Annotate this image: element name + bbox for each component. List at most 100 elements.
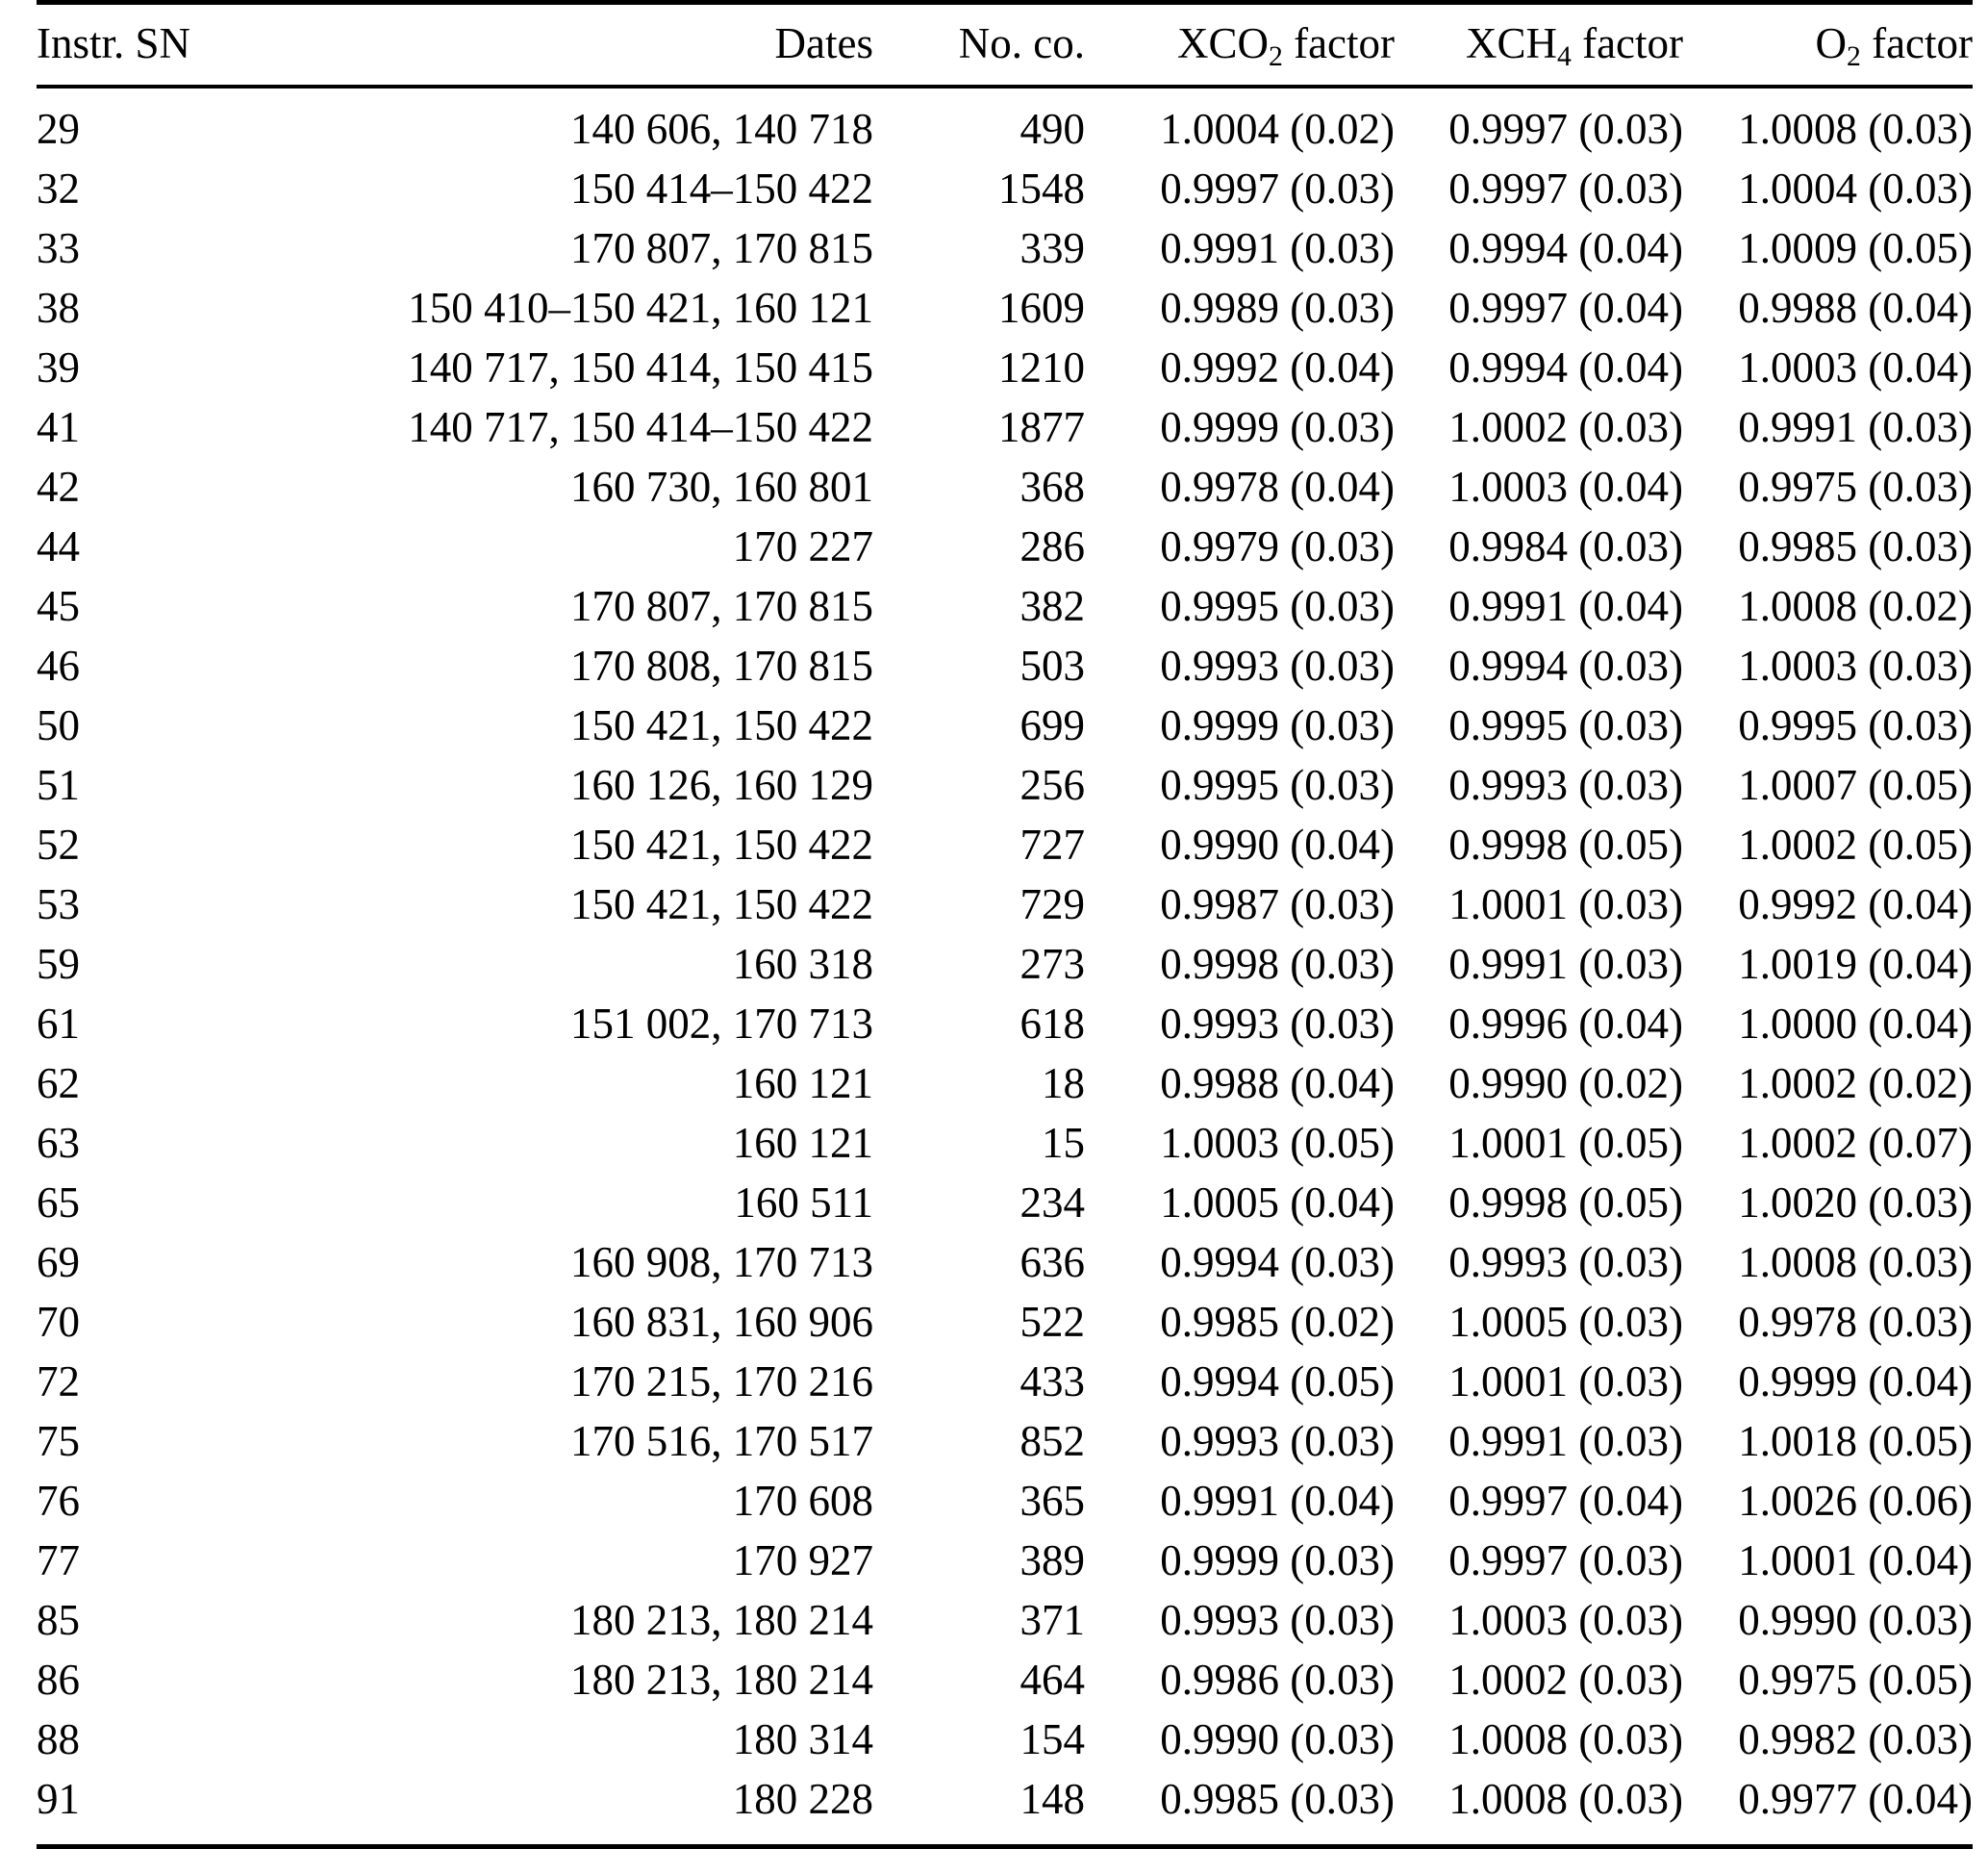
cell-dates: 150 421, 150 422: [570, 880, 873, 928]
table-row: 88 180 314 154 0.9990 (0.03) 1.0008 (0.03) 0.…: [37, 1710, 1973, 1770]
cell-xch4: 1.0008 (0.03): [1448, 1715, 1683, 1763]
cell-xco2: 0.9993 (0.03): [1160, 642, 1395, 690]
cell-noco: 368: [1019, 463, 1086, 511]
cell-sn: 33: [37, 224, 80, 272]
cell-dates: 180 314: [732, 1715, 873, 1763]
cell-xco2: 0.9999 (0.03): [1160, 403, 1395, 451]
cell-dates: 180 213, 180 214: [570, 1596, 873, 1644]
cell-o2: 0.9995 (0.03): [1738, 701, 1973, 749]
table-row: 86 180 213, 180 214 464 0.9986 (0.03) 1.0002…: [37, 1651, 1973, 1710]
cell-dates: 160 831, 160 906: [570, 1298, 873, 1346]
cell-xch4: 1.0002 (0.03): [1448, 403, 1683, 451]
cell-noco: 1548: [998, 165, 1085, 213]
cell-xco2: 0.9985 (0.02): [1160, 1298, 1395, 1346]
cell-sn: 53: [37, 880, 80, 928]
table-header-row: Instr. SN Dates No. co. XCO2 factor XCH4…: [37, 0, 1973, 89]
table-row: 69 160 908, 170 713 636 0.9994 (0.03) 0.9993…: [37, 1233, 1973, 1293]
table-row: 72 170 215, 170 216 433 0.9994 (0.05) 1.0001…: [37, 1353, 1973, 1412]
cell-xco2: 0.9994 (0.05): [1160, 1357, 1395, 1406]
cell-noco: 365: [1019, 1477, 1086, 1525]
table-row: 62 160 121 18 0.9988 (0.04) 0.9990 (0.02) 1.0…: [37, 1054, 1973, 1114]
cell-xco2: 0.9997 (0.03): [1160, 165, 1395, 213]
cell-o2: 0.9977 (0.04): [1738, 1775, 1973, 1823]
cell-noco: 1609: [998, 284, 1085, 332]
cell-xch4: 0.9994 (0.04): [1448, 343, 1683, 392]
table-row: 45 170 807, 170 815 382 0.9995 (0.03) 0.9991…: [37, 577, 1973, 637]
column-header-instr-sn: Instr. SN: [37, 0, 325, 89]
cell-sn: 88: [37, 1715, 80, 1763]
table-row: 61 151 002, 170 713 618 0.9993 (0.03) 0.9996…: [37, 995, 1973, 1054]
cell-noco: 503: [1019, 642, 1086, 690]
cell-noco: 727: [1019, 821, 1086, 869]
cell-noco: 273: [1019, 940, 1086, 988]
cell-xco2: 0.9978 (0.04): [1160, 463, 1395, 511]
table-row: 39 140 717, 150 414, 150 415 1210 0.9992 (0…: [37, 339, 1973, 398]
table-body: 29 140 606, 140 718 490 1.0004 (0.02) 0.9997…: [37, 87, 1973, 1847]
cell-noco: 154: [1019, 1715, 1086, 1763]
cell-o2: 1.0008 (0.03): [1738, 1238, 1973, 1286]
xco2-prefix: XCO: [1176, 19, 1269, 67]
cell-xco2: 0.9990 (0.03): [1160, 1715, 1395, 1763]
column-header-xco2-parts: XCO2 factor: [1176, 19, 1395, 71]
table-row: 70 160 831, 160 906 522 0.9985 (0.02) 1.0005…: [37, 1293, 1973, 1353]
column-header-xco2-factor: XCO2 factor: [1106, 0, 1395, 89]
cell-o2: 0.9985 (0.03): [1738, 522, 1973, 570]
cell-xco2: 0.9999 (0.03): [1160, 1536, 1395, 1584]
table-row: 91 180 228 148 0.9985 (0.03) 1.0008 (0.03) 0.…: [37, 1770, 1973, 1847]
cell-dates: 170 927: [732, 1536, 873, 1584]
cell-noco: 699: [1019, 701, 1086, 749]
cell-xch4: 0.9994 (0.03): [1448, 642, 1683, 690]
cell-noco: 490: [1019, 105, 1086, 153]
column-header-instr-sn-label: Instr. SN: [37, 19, 191, 67]
cell-xch4: 1.0001 (0.03): [1448, 1357, 1683, 1406]
cell-xch4: 0.9991 (0.03): [1448, 1417, 1683, 1465]
cell-noco: 339: [1019, 224, 1086, 272]
cell-sn: 59: [37, 940, 80, 988]
table-row: 41 140 717, 150 414–150 422 1877 0.9999 (0.…: [37, 398, 1973, 458]
cell-sn: 44: [37, 522, 80, 570]
cell-dates: 140 717, 150 414–150 422: [408, 403, 873, 451]
cell-o2: 0.9982 (0.03): [1738, 1715, 1973, 1763]
cell-xch4: 0.9997 (0.04): [1448, 1477, 1683, 1525]
xch4-prefix: XCH: [1465, 19, 1557, 67]
table-row: 38 150 410–150 421, 160 121 1609 0.9989 (0.…: [37, 279, 1973, 339]
column-header-xch4-factor: XCH4 factor: [1395, 0, 1683, 89]
table-row: 42 160 730, 160 801 368 0.9978 (0.04) 1.0003…: [37, 458, 1973, 518]
cell-sn: 52: [37, 821, 80, 869]
cell-xco2: 0.9979 (0.03): [1160, 522, 1395, 570]
cell-dates: 160 730, 160 801: [570, 463, 873, 511]
cell-dates: 160 511: [734, 1178, 873, 1227]
cell-xch4: 0.9995 (0.03): [1448, 701, 1683, 749]
cell-sn: 50: [37, 701, 80, 749]
cell-o2: 1.0002 (0.02): [1738, 1059, 1973, 1107]
table-row: 53 150 421, 150 422 729 0.9987 (0.03) 1.0001…: [37, 875, 1973, 935]
cell-sn: 85: [37, 1596, 80, 1644]
table-row: 32 150 414–150 422 1548 0.9997 (0.03) 0.9997…: [37, 160, 1973, 219]
xco2-subscript: 2: [1268, 40, 1283, 72]
cell-sn: 29: [37, 105, 80, 153]
cell-noco: 15: [1042, 1119, 1085, 1167]
cell-dates: 170 807, 170 815: [570, 224, 873, 272]
cell-sn: 61: [37, 1000, 80, 1048]
column-header-o2-factor: O2 factor: [1683, 0, 1973, 89]
column-header-dates: Dates: [325, 0, 873, 89]
table-head: Instr. SN Dates No. co. XCO2 factor XCH4…: [37, 0, 1973, 89]
cell-xch4: 0.9997 (0.04): [1448, 284, 1683, 332]
table-row: 44 170 227 286 0.9979 (0.03) 0.9984 (0.03) 0.…: [37, 518, 1973, 577]
cell-dates: 151 002, 170 713: [570, 1000, 873, 1048]
cell-o2: 0.9992 (0.04): [1738, 880, 1973, 928]
cell-xco2: 0.9993 (0.03): [1160, 1596, 1395, 1644]
cell-sn: 70: [37, 1298, 80, 1346]
cell-sn: 72: [37, 1357, 80, 1406]
cell-sn: 86: [37, 1656, 80, 1704]
cell-xch4: 1.0001 (0.05): [1448, 1119, 1683, 1167]
cell-o2: 0.9988 (0.04): [1738, 284, 1973, 332]
cell-dates: 170 215, 170 216: [570, 1357, 873, 1406]
cell-sn: 65: [37, 1178, 80, 1227]
cell-dates: 180 228: [732, 1775, 873, 1823]
cell-noco: 1210: [998, 343, 1085, 392]
cell-o2: 1.0018 (0.05): [1738, 1417, 1973, 1465]
cell-o2: 0.9975 (0.03): [1738, 463, 1973, 511]
cell-xco2: 1.0005 (0.04): [1160, 1178, 1395, 1227]
cell-xch4: 1.0002 (0.03): [1448, 1656, 1683, 1704]
